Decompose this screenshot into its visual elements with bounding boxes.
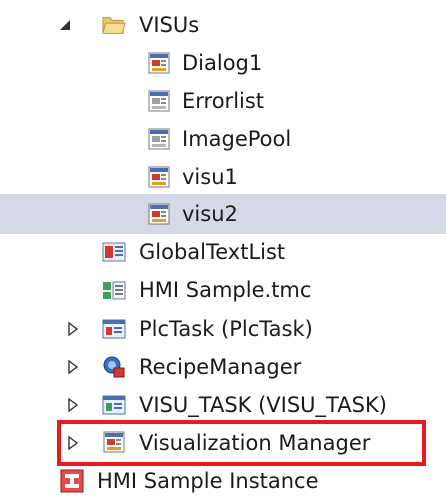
expanded-arrow-icon[interactable] xyxy=(58,18,72,32)
instance-icon xyxy=(60,469,84,493)
visu-red-icon xyxy=(147,51,171,75)
tree-item-visu-task[interactable]: VISU_TASK (VISU_TASK) xyxy=(0,386,446,424)
collapsed-arrow-icon[interactable] xyxy=(66,436,80,450)
visu-red-icon xyxy=(147,165,171,189)
tree-item-visu2[interactable]: visu2 xyxy=(0,195,446,233)
tree-item-label: visu2 xyxy=(182,202,238,226)
collapsed-arrow-icon[interactable] xyxy=(66,360,80,374)
textlist-icon xyxy=(102,240,126,264)
visu-gray-icon xyxy=(147,89,171,113)
tree-item-plctask[interactable]: PlcTask (PlcTask) xyxy=(0,310,446,348)
tree-item-errorlist[interactable]: Errorlist xyxy=(0,82,446,120)
visu-manager-icon xyxy=(102,431,126,455)
tree-item-dialog1[interactable]: Dialog1 xyxy=(0,44,446,82)
tree-item-label: HMI Sample.tmc xyxy=(139,278,312,302)
tree-item-hmi-sample-tmc[interactable]: HMI Sample.tmc xyxy=(0,271,446,309)
tree-item-imagepool[interactable]: ImagePool xyxy=(0,120,446,158)
tree-item-label: visu1 xyxy=(182,165,238,189)
tree-item-label: Errorlist xyxy=(182,89,265,113)
recipe-icon xyxy=(102,355,126,379)
tree-item-label: Dialog1 xyxy=(182,51,263,75)
tree-item-label: ImagePool xyxy=(182,127,292,151)
tree-item-label: GlobalTextList xyxy=(139,240,286,264)
tree-item-label: Visualization Manager xyxy=(139,431,371,455)
tree-item-globaltextlist[interactable]: GlobalTextList xyxy=(0,233,446,271)
collapsed-arrow-icon[interactable] xyxy=(66,322,80,336)
visu-gray-icon xyxy=(147,127,171,151)
tree-item-visus[interactable]: VISUs xyxy=(0,6,446,44)
tree-item-recipemanager[interactable]: RecipeManager xyxy=(0,348,446,386)
folder-open-icon xyxy=(102,13,126,37)
tree-item-label: PlcTask (PlcTask) xyxy=(139,317,313,341)
task-icon xyxy=(102,317,126,341)
tree-item-label: VISU_TASK (VISU_TASK) xyxy=(139,393,387,417)
tree-item-label: VISUs xyxy=(139,13,200,37)
task-icon xyxy=(102,393,126,417)
visu-red-icon xyxy=(147,202,171,226)
tree-item-label: RecipeManager xyxy=(139,355,302,379)
collapsed-arrow-icon[interactable] xyxy=(66,398,80,412)
tree-item-visu1[interactable]: visu1 xyxy=(0,158,446,196)
tree-item-hmi-sample-instance[interactable]: HMI Sample Instance xyxy=(0,462,446,500)
project-tree: VISUs Dialog1 Errorlist ImagePool visu1 … xyxy=(0,0,446,497)
tmc-icon xyxy=(102,278,126,302)
tree-item-label: HMI Sample Instance xyxy=(97,469,319,493)
tree-item-visualization-manager[interactable]: Visualization Manager xyxy=(0,424,446,462)
